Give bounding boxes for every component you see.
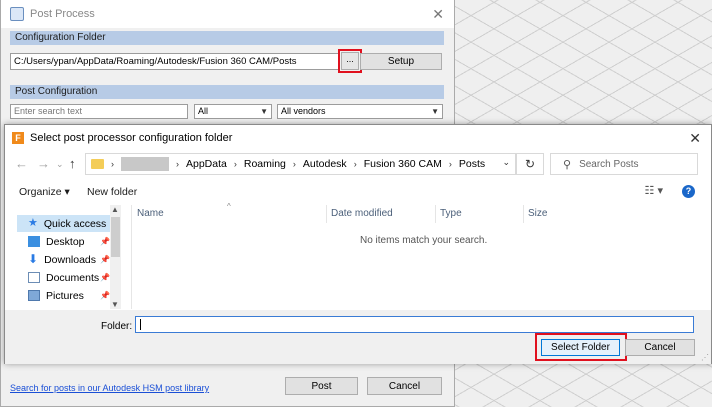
nav-item-label: Documents	[46, 271, 100, 284]
pin-icon: 📌	[100, 255, 110, 264]
search-posts-input[interactable]: ⚲ Search Posts	[550, 153, 698, 175]
scroll-up-icon[interactable]: ▲	[111, 205, 119, 214]
organize-button[interactable]: Organize ▾	[19, 186, 70, 198]
address-bar[interactable]: › › AppData › Roaming › Autodesk › Fusio…	[85, 153, 516, 175]
pin-icon: 📌	[100, 237, 110, 246]
nav-item-label: Downloads	[44, 253, 97, 266]
column-header-size[interactable]: Size	[528, 208, 547, 219]
dialog-toolbar: Organize ▾ New folder ☷ ▾ ?	[5, 181, 711, 203]
text-caret	[140, 319, 141, 330]
nav-item-documents[interactable]: Documents 📌	[17, 269, 112, 286]
nav-item-label: Desktop	[46, 235, 85, 248]
browse-highlight-box	[338, 49, 362, 73]
pin-icon: 📌	[100, 273, 110, 282]
resize-grip-icon[interactable]: ⋰	[701, 353, 709, 362]
column-separator	[326, 205, 327, 223]
configuration-folder-path[interactable]: C:/Users/ypan/AppData/Roaming/Autodesk/F…	[10, 53, 339, 70]
pin-icon: 📌	[100, 291, 110, 300]
post-process-title: Post Process	[30, 8, 95, 20]
navigation-pane: ★ Quick access Desktop 📌 ⬇ Downloads 📌 D…	[5, 205, 121, 309]
breadcrumb-appdata[interactable]: AppData	[186, 158, 227, 170]
folder-icon	[91, 159, 104, 169]
close-icon[interactable]: ✕	[432, 6, 444, 23]
scroll-down-icon[interactable]: ▼	[111, 300, 119, 309]
vendor-combo[interactable]: All vendors ▼	[277, 104, 443, 119]
refresh-icon[interactable]: ↻	[516, 153, 544, 175]
breadcrumb-roaming[interactable]: Roaming	[244, 158, 286, 170]
column-separator	[523, 205, 524, 223]
folder-label: Folder:	[101, 321, 133, 332]
navigation-row: ← → ⌄ ↑ › › AppData › Roaming › Autodesk…	[5, 152, 711, 176]
view-options-icon[interactable]: ☷ ▾	[645, 184, 663, 197]
column-header-name[interactable]: Name	[137, 208, 164, 219]
breadcrumb-separator: ›	[353, 159, 357, 169]
scroll-thumb[interactable]	[111, 217, 120, 257]
redacted-username	[121, 157, 169, 171]
nav-item-pictures[interactable]: Pictures 📌	[17, 287, 112, 304]
pane-divider	[131, 205, 132, 309]
configuration-folder-header: Configuration Folder	[10, 31, 444, 45]
chevron-down-icon: ▼	[431, 107, 439, 116]
sort-caret-icon: ^	[227, 202, 231, 211]
breadcrumb-separator: ›	[292, 159, 296, 169]
empty-list-message: No items match your search.	[360, 235, 488, 246]
nav-item-quick-access[interactable]: ★ Quick access	[17, 215, 112, 232]
forward-arrow-icon[interactable]: →	[37, 156, 50, 171]
nav-item-downloads[interactable]: ⬇ Downloads 📌	[17, 251, 112, 268]
chevron-down-icon[interactable]: ⌄	[502, 157, 510, 168]
setup-button[interactable]: Setup	[360, 53, 442, 70]
breadcrumb-fusion[interactable]: Fusion 360 CAM	[364, 158, 442, 170]
vendor-value: All vendors	[281, 106, 326, 116]
select-folder-button[interactable]: Select Folder	[541, 339, 620, 356]
dialog-title: Select post processor configuration fold…	[30, 132, 233, 144]
recent-dropdown-icon[interactable]: ⌄	[56, 159, 64, 170]
help-icon[interactable]: ?	[682, 185, 695, 198]
folder-name-input[interactable]	[135, 316, 694, 333]
up-arrow-icon[interactable]: ↑	[69, 156, 76, 171]
filter-combo[interactable]: All ▼	[194, 104, 272, 119]
breadcrumb-autodesk[interactable]: Autodesk	[303, 158, 347, 170]
nav-item-label: Quick access	[43, 217, 107, 230]
column-header-date-modified[interactable]: Date modified	[331, 208, 393, 219]
filter-value: All	[198, 106, 209, 116]
breadcrumb-separator: ›	[233, 159, 237, 169]
select-folder-dialog: F Select post processor configuration fo…	[4, 124, 712, 364]
star-icon: ★	[28, 217, 38, 229]
dialog-bottom-bar: Folder: Select Folder Cancel ⋰	[5, 310, 711, 364]
fusion-app-icon: F	[12, 132, 24, 144]
breadcrumb-posts[interactable]: Posts	[459, 158, 485, 170]
post-search-input[interactable]: Enter search text	[10, 104, 188, 119]
chevron-down-icon: ▼	[260, 107, 268, 116]
post-cancel-button[interactable]: Cancel	[367, 377, 442, 395]
post-process-titlebar: Post Process	[1, 0, 454, 28]
documents-icon	[28, 272, 40, 283]
search-placeholder: Search Posts	[579, 158, 639, 170]
dialog-cancel-button[interactable]: Cancel	[625, 339, 695, 356]
pictures-icon	[28, 290, 40, 301]
dialog-titlebar: F Select post processor configuration fo…	[5, 125, 711, 151]
nav-scrollbar[interactable]: ▲ ▼	[110, 205, 121, 309]
post-configuration-header: Post Configuration	[10, 85, 444, 99]
nav-item-desktop[interactable]: Desktop 📌	[17, 233, 112, 250]
breadcrumb-separator: ›	[448, 159, 452, 169]
app-icon	[10, 7, 24, 21]
desktop-icon	[28, 236, 40, 247]
download-icon: ⬇	[28, 252, 39, 266]
new-folder-button[interactable]: New folder	[87, 186, 137, 198]
close-icon[interactable]: ✕	[689, 130, 701, 147]
breadcrumb-separator: ›	[111, 159, 114, 169]
post-library-link[interactable]: Search for posts in our Autodesk HSM pos…	[10, 383, 209, 393]
search-icon: ⚲	[563, 158, 572, 171]
breadcrumb-separator: ›	[176, 159, 179, 169]
column-separator	[435, 205, 436, 223]
back-arrow-icon[interactable]: ←	[15, 156, 28, 171]
nav-item-label: Pictures	[46, 289, 84, 302]
post-button[interactable]: Post	[285, 377, 358, 395]
column-header-type[interactable]: Type	[440, 208, 462, 219]
